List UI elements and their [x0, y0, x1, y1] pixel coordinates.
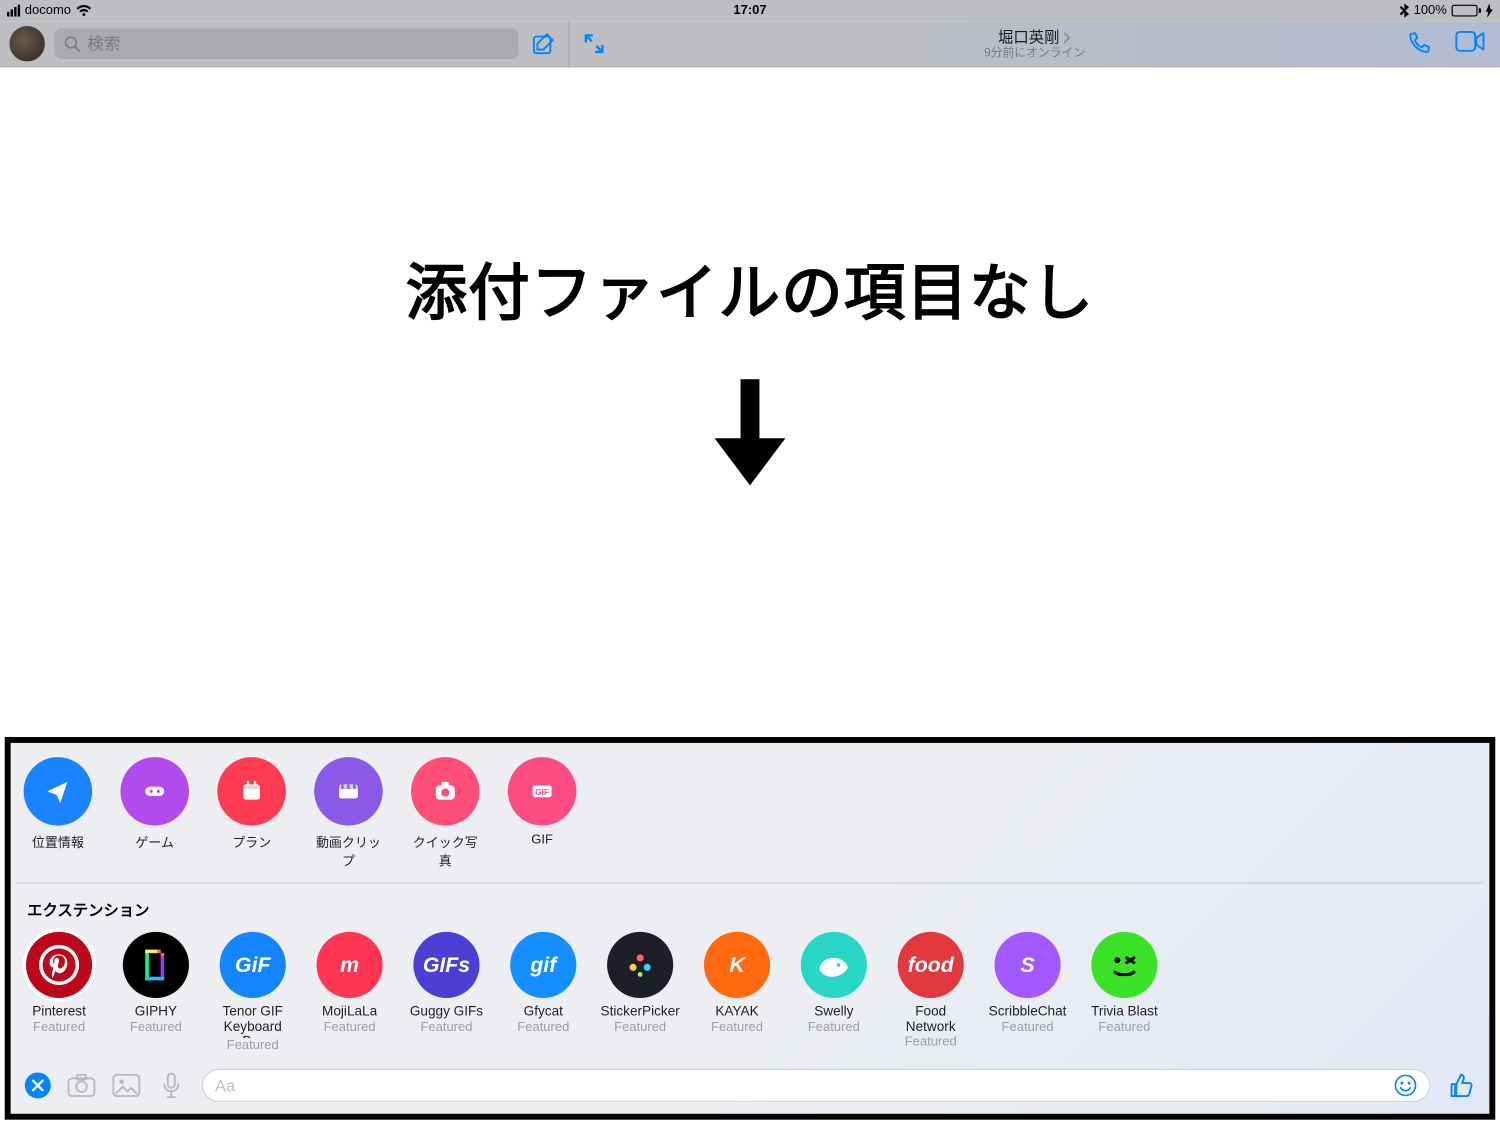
extension-featured-label: Featured	[711, 1020, 763, 1034]
quick-action-label: クイック写真	[410, 833, 481, 871]
arrow-down-icon	[715, 379, 786, 485]
gallery-icon	[112, 1074, 140, 1098]
extension-2[interactable]: GiFTenor GIF Keyboard B...Featured	[216, 932, 289, 1052]
expand-icon	[583, 33, 604, 54]
extension-featured-label: Featured	[1098, 1020, 1150, 1034]
camera-button[interactable]	[67, 1071, 95, 1099]
quick-action-4[interactable]: クイック写真	[410, 757, 481, 870]
extension-name: Guggy GIFs	[410, 1005, 483, 1020]
video-call-button[interactable]	[1455, 31, 1486, 57]
camera-icon	[67, 1074, 95, 1098]
extension-name: MojiLaLa	[322, 1005, 377, 1020]
like-button[interactable]	[1447, 1071, 1475, 1099]
microphone-icon	[162, 1072, 181, 1098]
video-icon	[1455, 31, 1486, 52]
extension-6[interactable]: StickerPickerFeatured	[604, 932, 677, 1052]
message-placeholder: Aa	[215, 1076, 235, 1095]
quick-action-label: 位置情報	[22, 833, 93, 852]
contact-name: 堀口英剛	[998, 29, 1059, 46]
extension-11[interactable]: Trivia BlastFeatured	[1088, 932, 1161, 1052]
call-button[interactable]	[1406, 31, 1432, 57]
extension-4[interactable]: GIFsGuggy GIFsFeatured	[410, 932, 483, 1052]
avatar[interactable]	[9, 26, 44, 61]
extension-8[interactable]: SwellyFeatured	[797, 932, 870, 1052]
wifi-icon	[76, 5, 93, 17]
conversation-title[interactable]: 堀口英剛 9分前にオンライン	[984, 27, 1085, 61]
contact-status: 9分前にオンライン	[984, 48, 1085, 61]
extension-featured-label: Featured	[130, 1020, 182, 1034]
app-header: 検索 堀口英剛 9分前にオンライン	[0, 21, 1500, 67]
extension-panel: 位置情報 ゲーム プラン 動画クリップクイック写真 GIF GIF エクステンション Pi…	[5, 737, 1496, 1120]
quick-action-label: 動画クリップ	[313, 833, 384, 871]
extension-featured-label: Featured	[324, 1020, 376, 1034]
quick-action-label: ゲーム	[119, 833, 190, 852]
compose-button[interactable]	[528, 31, 559, 57]
extension-name: GIPHY	[135, 1005, 177, 1020]
carrier-label: docomo	[25, 4, 71, 18]
phone-icon	[1406, 31, 1432, 57]
quick-action-3[interactable]: 動画クリップ	[313, 757, 384, 870]
message-input-bar: Aa	[15, 1062, 1484, 1109]
extension-3[interactable]: mMojiLaLaFeatured	[313, 932, 386, 1052]
extension-1[interactable]: GIPHYFeatured	[119, 932, 192, 1052]
extension-name: Gfycat	[524, 1005, 563, 1020]
extension-featured-label: Featured	[808, 1020, 860, 1034]
extension-name: Pinterest	[32, 1005, 86, 1020]
extension-10[interactable]: SScribbleChatFeatured	[991, 932, 1064, 1052]
quick-action-5[interactable]: GIF GIF	[507, 757, 578, 870]
emoji-icon[interactable]	[1394, 1074, 1418, 1098]
ios-status-bar: docomo 17:07 100%	[0, 0, 1500, 21]
expand-button[interactable]	[583, 33, 604, 54]
extension-featured-label: Featured	[227, 1038, 279, 1052]
search-icon	[64, 35, 81, 52]
close-icon	[31, 1078, 45, 1092]
battery-icon	[1452, 5, 1482, 17]
quick-action-1[interactable]: ゲーム	[119, 757, 190, 870]
clock-label: 17:07	[733, 4, 766, 18]
message-text-input[interactable]: Aa	[202, 1069, 1430, 1102]
chevron-right-icon	[1062, 32, 1071, 44]
extensions-section-label: エクステンション	[15, 883, 1484, 927]
bluetooth-icon	[1399, 4, 1408, 18]
close-extensions-button[interactable]	[25, 1072, 51, 1098]
extension-featured-label: Featured	[420, 1020, 472, 1034]
quick-actions-row: 位置情報 ゲーム プラン 動画クリップクイック写真 GIF GIF	[15, 752, 1484, 883]
extension-name: KAYAK	[715, 1005, 758, 1020]
annotation-text: 添付ファイルの項目なし	[406, 243, 1095, 332]
quick-action-label: GIF	[507, 833, 578, 847]
extension-featured-label: Featured	[905, 1035, 957, 1049]
extension-name: Swelly	[814, 1005, 853, 1020]
signal-bars-icon	[7, 5, 20, 17]
extension-name: ScribbleChat	[989, 1005, 1067, 1020]
quick-action-label: プラン	[216, 833, 287, 852]
extension-featured-label: Featured	[517, 1020, 569, 1034]
search-placeholder: 検索	[87, 32, 120, 56]
extension-name: Trivia Blast	[1091, 1005, 1158, 1020]
quick-action-0[interactable]: 位置情報	[22, 757, 93, 870]
svg-text:GIF: GIF	[535, 788, 549, 797]
quick-action-2[interactable]: プラン	[216, 757, 287, 870]
compose-icon	[530, 31, 556, 57]
extension-featured-label: Featured	[614, 1020, 666, 1034]
extension-name: Food Network	[894, 1005, 967, 1035]
extensions-row: PinterestFeaturedGIPHYFeaturedGiFTenor G…	[15, 927, 1484, 1062]
thumbs-up-icon	[1448, 1072, 1474, 1098]
gallery-button[interactable]	[112, 1071, 140, 1099]
extension-0[interactable]: PinterestFeatured	[22, 932, 95, 1052]
extension-name: Tenor GIF Keyboard B...	[216, 1005, 289, 1038]
voice-button[interactable]	[157, 1071, 185, 1099]
extension-featured-label: Featured	[33, 1020, 85, 1034]
battery-pct-label: 100%	[1414, 4, 1447, 18]
extension-7[interactable]: KKAYAKFeatured	[700, 932, 773, 1052]
extension-9[interactable]: foodFood NetworkFeatured	[894, 932, 967, 1052]
extension-featured-label: Featured	[1002, 1020, 1054, 1034]
charging-icon	[1486, 4, 1493, 18]
extension-5[interactable]: gifGfycatFeatured	[507, 932, 580, 1052]
annotation-overlay: 添付ファイルの項目なし	[0, 67, 1500, 708]
extension-name: StickerPicker	[601, 1005, 680, 1020]
search-input[interactable]: 検索	[54, 28, 518, 59]
